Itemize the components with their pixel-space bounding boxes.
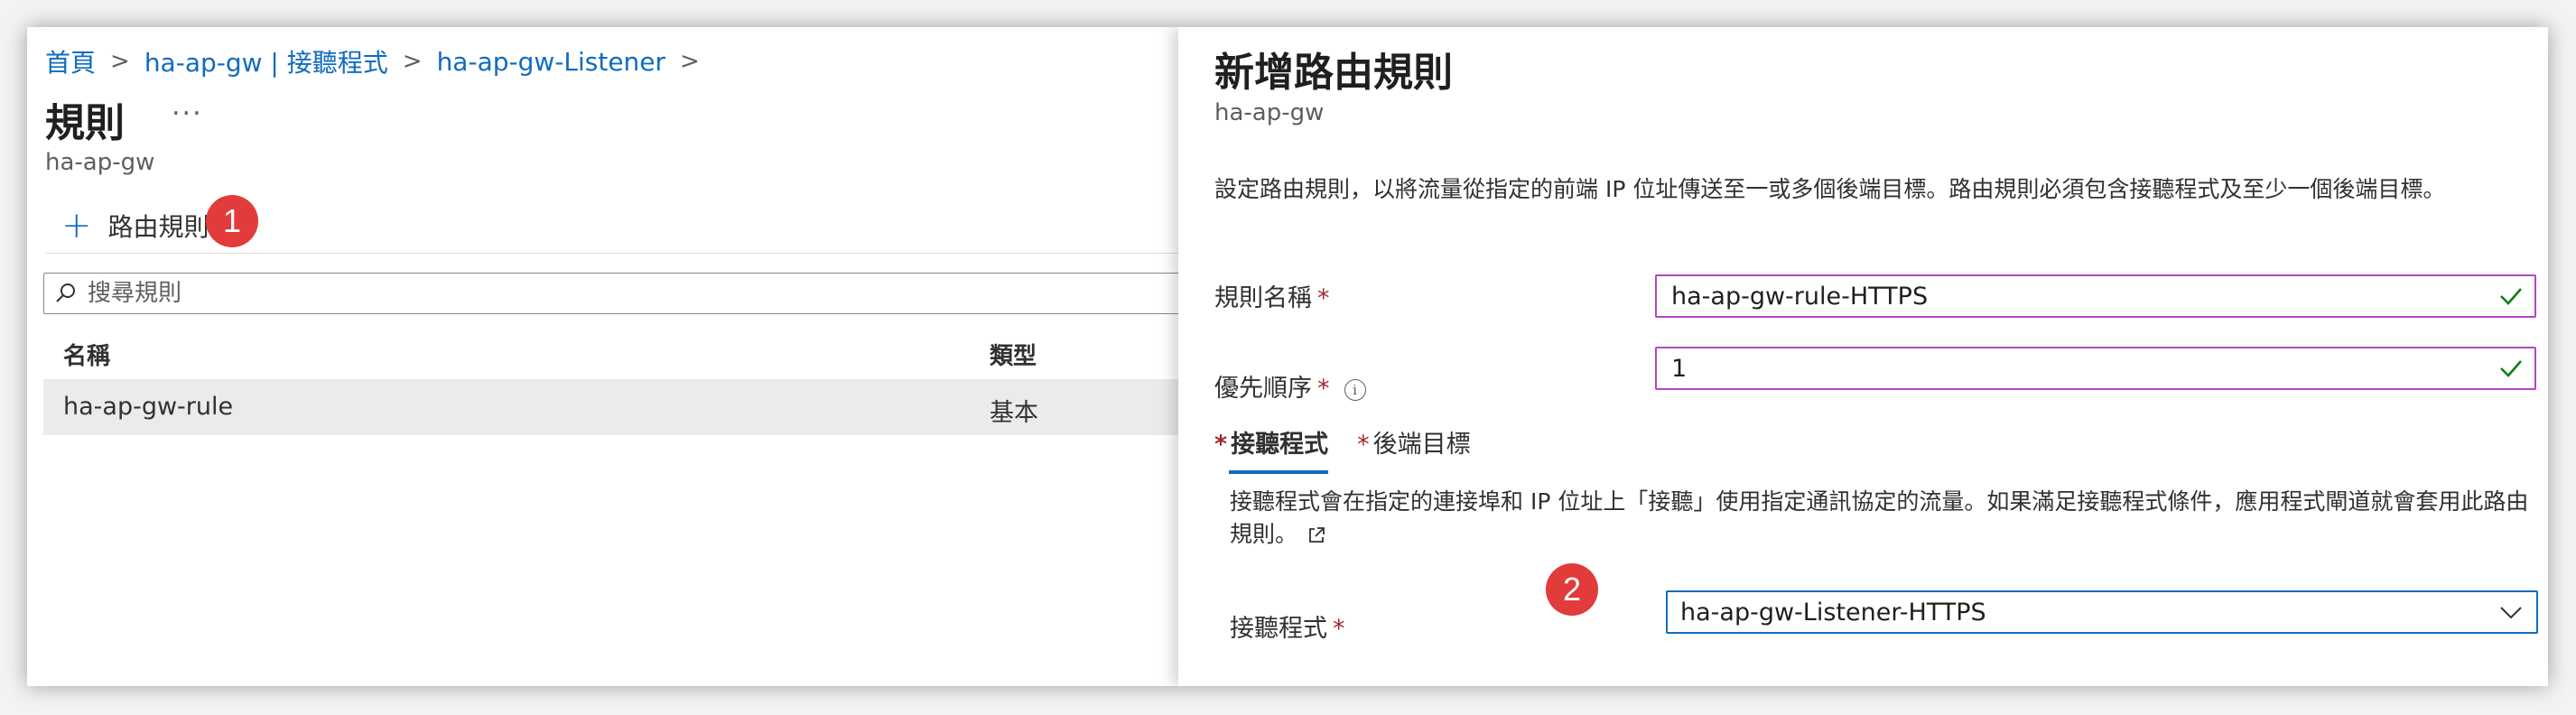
rule-name-cell[interactable]: ha-ap-gw-rule	[63, 393, 233, 421]
listener-description: 接聽程式會在指定的連接埠和 IP 位址上「接聽」使用指定通訊協定的流量。如果滿足…	[1230, 486, 2530, 551]
listener-description-text: 接聽程式會在指定的連接埠和 IP 位址上「接聽」使用指定通訊協定的流量。如果滿足…	[1230, 488, 2529, 547]
table-row[interactable]: ha-ap-gw-rule 基本	[43, 379, 1208, 435]
listener-label: 接聽程式 *	[1230, 608, 1345, 644]
required-marker: *	[1317, 284, 1330, 312]
rule-name-label: 規則名稱 *	[1214, 278, 1330, 313]
required-marker: *	[1357, 431, 1370, 459]
step-badge-2: 2	[1546, 563, 1598, 616]
tab-listener-label: 接聽程式	[1231, 431, 1329, 459]
panel-subtitle: ha-ap-gw	[1214, 99, 1325, 126]
panel-description: 設定路由規則，以將流量從指定的前端 IP 位址傳送至一或多個後端目標。路由規則必…	[1214, 176, 2446, 202]
info-icon[interactable]: i	[1344, 378, 1366, 401]
valid-check-icon	[2500, 360, 2522, 377]
table-header: 名稱 類型	[43, 334, 1208, 370]
required-marker: *	[1333, 615, 1345, 643]
tab-backend-targets-label: 後端目標	[1372, 431, 1471, 459]
required-marker: *	[1214, 431, 1228, 459]
toolbar-divider	[45, 253, 1201, 254]
valid-check-icon	[2500, 288, 2522, 305]
screenshot-frame: 首頁 > ha-ap-gw | 接聽程式 > ha-ap-gw-Listener…	[27, 27, 2548, 686]
listener-dropdown[interactable]: ha-ap-gw-Listener-HTTPS	[1666, 590, 2538, 634]
listener-dropdown-value: ha-ap-gw-Listener-HTTPS	[1680, 598, 1986, 627]
add-routing-rule-button[interactable]: + 路由規則	[61, 208, 209, 244]
page-subtitle: ha-ap-gw	[45, 149, 155, 176]
breadcrumb-separator: >	[110, 48, 130, 75]
tab-backend-targets[interactable]: * 後端目標	[1357, 424, 1471, 474]
rules-blade: 首頁 > ha-ap-gw | 接聽程式 > ha-ap-gw-Listener…	[27, 27, 1210, 686]
breadcrumb-home[interactable]: 首頁	[45, 43, 96, 79]
plus-icon: +	[61, 205, 92, 246]
external-link-icon[interactable]	[1307, 525, 1326, 545]
required-marker: *	[1317, 375, 1330, 403]
breadcrumb-listeners[interactable]: ha-ap-gw | 接聽程式	[144, 43, 388, 79]
tab-listener[interactable]: * 接聽程式	[1214, 424, 1329, 474]
rule-name-input[interactable]	[1669, 281, 2468, 311]
search-box[interactable]	[43, 273, 1210, 314]
priority-label-text: 優先順序	[1214, 375, 1312, 403]
breadcrumb-listener[interactable]: ha-ap-gw-Listener	[437, 47, 665, 77]
add-routing-rule-panel: 新增路由規則 ha-ap-gw 設定路由規則，以將流量從指定的前端 IP 位址傳…	[1178, 27, 2548, 686]
more-options-icon[interactable]: ...	[172, 90, 203, 122]
rule-type-cell: 基本	[990, 399, 1038, 427]
panel-title: 新增路由規則	[1214, 50, 1453, 96]
rule-name-label-text: 規則名稱	[1214, 284, 1312, 312]
search-input[interactable]	[86, 279, 1173, 308]
add-routing-rule-label: 路由規則	[107, 212, 209, 242]
column-header-name[interactable]: 名稱	[63, 338, 110, 371]
step-badge-1: 1	[206, 195, 258, 247]
priority-field[interactable]	[1655, 347, 2536, 390]
page-title: 規則	[45, 100, 125, 146]
breadcrumb-separator: >	[402, 48, 423, 75]
search-icon	[56, 283, 75, 302]
listener-label-text: 接聽程式	[1230, 615, 1327, 643]
priority-input[interactable]	[1669, 353, 2468, 384]
breadcrumb: 首頁 > ha-ap-gw | 接聽程式 > ha-ap-gw-Listener…	[45, 43, 714, 79]
priority-label: 優先順序 * i	[1214, 368, 1366, 404]
rule-tabs: * 接聽程式 * 後端目標	[1214, 424, 1500, 474]
chevron-down-icon	[2500, 607, 2522, 619]
breadcrumb-separator: >	[680, 48, 700, 75]
rule-name-field[interactable]	[1655, 274, 2536, 318]
column-header-type[interactable]: 類型	[990, 338, 1037, 371]
